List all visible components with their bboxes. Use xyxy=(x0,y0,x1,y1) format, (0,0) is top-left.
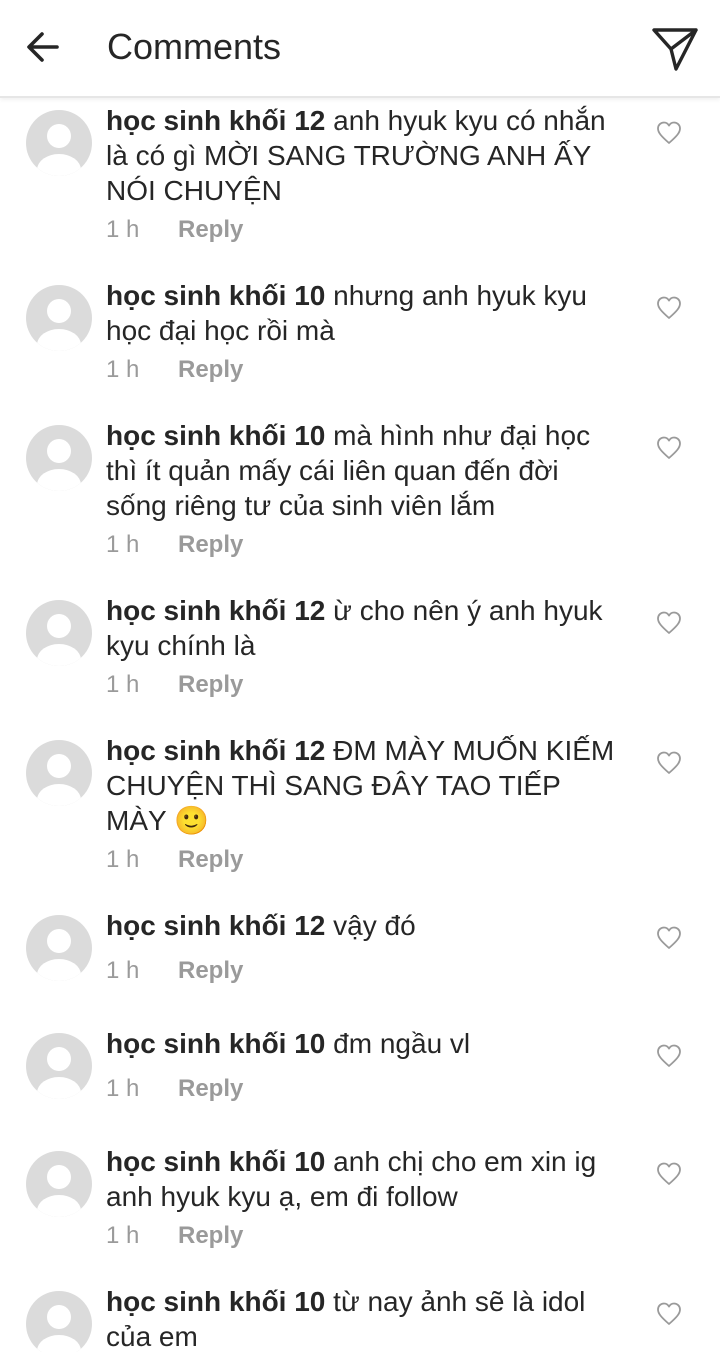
comment-text: học sinh khối 10 anh chị cho em xin ig a… xyxy=(106,1144,626,1214)
avatar[interactable] xyxy=(26,285,92,351)
comment-list[interactable]: học sinh khối 12 anh hyuk kyu có nhắn là… xyxy=(0,98,720,1352)
heart-icon[interactable] xyxy=(656,925,682,951)
comment-time: 1 h xyxy=(106,531,140,558)
page-title: Comments xyxy=(107,26,282,67)
comment-meta: 1 h Reply xyxy=(106,356,243,384)
avatar[interactable] xyxy=(26,915,92,981)
default-avatar-icon xyxy=(37,929,81,981)
default-avatar-icon xyxy=(37,614,81,666)
avatar[interactable] xyxy=(26,740,92,806)
comment-time: 1 h xyxy=(106,1075,140,1102)
default-avatar-icon xyxy=(37,754,81,806)
top-bar: Comments xyxy=(0,0,720,98)
reply-button[interactable]: Reply xyxy=(178,957,243,984)
avatar[interactable] xyxy=(26,110,92,176)
heart-icon[interactable] xyxy=(656,435,682,461)
comment-time: 1 h xyxy=(106,957,140,984)
default-avatar-icon xyxy=(37,124,81,176)
comment-username[interactable]: học sinh khối 10 xyxy=(106,1028,325,1059)
avatar[interactable] xyxy=(26,1033,92,1099)
comment-time: 1 h xyxy=(106,846,140,873)
comment-username[interactable]: học sinh khối 12 xyxy=(106,910,325,941)
comment-username[interactable]: học sinh khối 12 xyxy=(106,105,325,136)
reply-button[interactable]: Reply xyxy=(178,216,243,243)
reply-button[interactable]: Reply xyxy=(178,1075,243,1102)
comment-meta: 1 h Reply xyxy=(106,1222,243,1250)
default-avatar-icon xyxy=(37,1047,81,1099)
comment-meta: 1 h Reply xyxy=(106,1075,243,1103)
default-avatar-icon xyxy=(37,299,81,351)
heart-icon[interactable] xyxy=(656,120,682,146)
heart-icon[interactable] xyxy=(656,1301,682,1327)
arrow-left-icon xyxy=(27,32,59,62)
heart-icon[interactable] xyxy=(656,1161,682,1187)
comment-username[interactable]: học sinh khối 12 xyxy=(106,735,325,766)
comment-text: học sinh khối 12 ừ cho nên ý anh hyuk ky… xyxy=(106,593,626,663)
heart-icon[interactable] xyxy=(656,1043,682,1069)
reply-button[interactable]: Reply xyxy=(178,531,243,558)
avatar[interactable] xyxy=(26,600,92,666)
reply-button[interactable]: Reply xyxy=(178,1222,243,1249)
avatar[interactable] xyxy=(26,1151,92,1217)
comment-meta: 1 h Reply xyxy=(106,216,243,244)
comment-username[interactable]: học sinh khối 10 xyxy=(106,280,325,311)
comment-meta: 1 h Reply xyxy=(106,957,243,985)
comment-username[interactable]: học sinh khối 10 xyxy=(106,1146,325,1177)
reply-button[interactable]: Reply xyxy=(178,846,243,873)
comment-meta: 1 h Reply xyxy=(106,846,243,874)
comment-time: 1 h xyxy=(106,671,140,698)
back-button[interactable] xyxy=(18,22,68,72)
default-avatar-icon xyxy=(37,1305,81,1352)
comment-text: học sinh khối 10 từ nay ảnh sẽ là idol c… xyxy=(106,1284,626,1352)
heart-icon[interactable] xyxy=(656,295,682,321)
heart-icon[interactable] xyxy=(656,610,682,636)
share-button[interactable] xyxy=(648,22,702,76)
comment-meta: 1 h Reply xyxy=(106,531,243,559)
comment-text: học sinh khối 12 vậy đó xyxy=(106,908,626,943)
comment-time: 1 h xyxy=(106,356,140,383)
reply-button[interactable]: Reply xyxy=(178,671,243,698)
comment-message: vậy đó xyxy=(333,910,416,941)
reply-button[interactable]: Reply xyxy=(178,356,243,383)
comment-text: học sinh khối 10 đm ngầu vl xyxy=(106,1026,626,1061)
comment-text: học sinh khối 12 anh hyuk kyu có nhắn là… xyxy=(106,103,626,208)
comment-text: học sinh khối 10 nhưng anh hyuk kyu học … xyxy=(106,278,626,348)
avatar[interactable] xyxy=(26,1291,92,1352)
comment-message: đm ngầu vl xyxy=(333,1028,471,1059)
comment-username[interactable]: học sinh khối 10 xyxy=(106,420,325,451)
avatar[interactable] xyxy=(26,425,92,491)
comment-text: học sinh khối 10 mà hình như đại học thì… xyxy=(106,418,626,523)
comment-time: 1 h xyxy=(106,1222,140,1249)
comment-text: học sinh khối 12 ĐM MÀY MUỐN KIẾM CHUYỆN… xyxy=(106,733,626,838)
comment-meta: 1 h Reply xyxy=(106,671,243,699)
paper-plane-icon xyxy=(652,28,698,71)
comment-username[interactable]: học sinh khối 12 xyxy=(106,595,325,626)
default-avatar-icon xyxy=(37,1165,81,1217)
default-avatar-icon xyxy=(37,439,81,491)
heart-icon[interactable] xyxy=(656,750,682,776)
comment-time: 1 h xyxy=(106,216,140,243)
comment-username[interactable]: học sinh khối 10 xyxy=(106,1286,325,1317)
